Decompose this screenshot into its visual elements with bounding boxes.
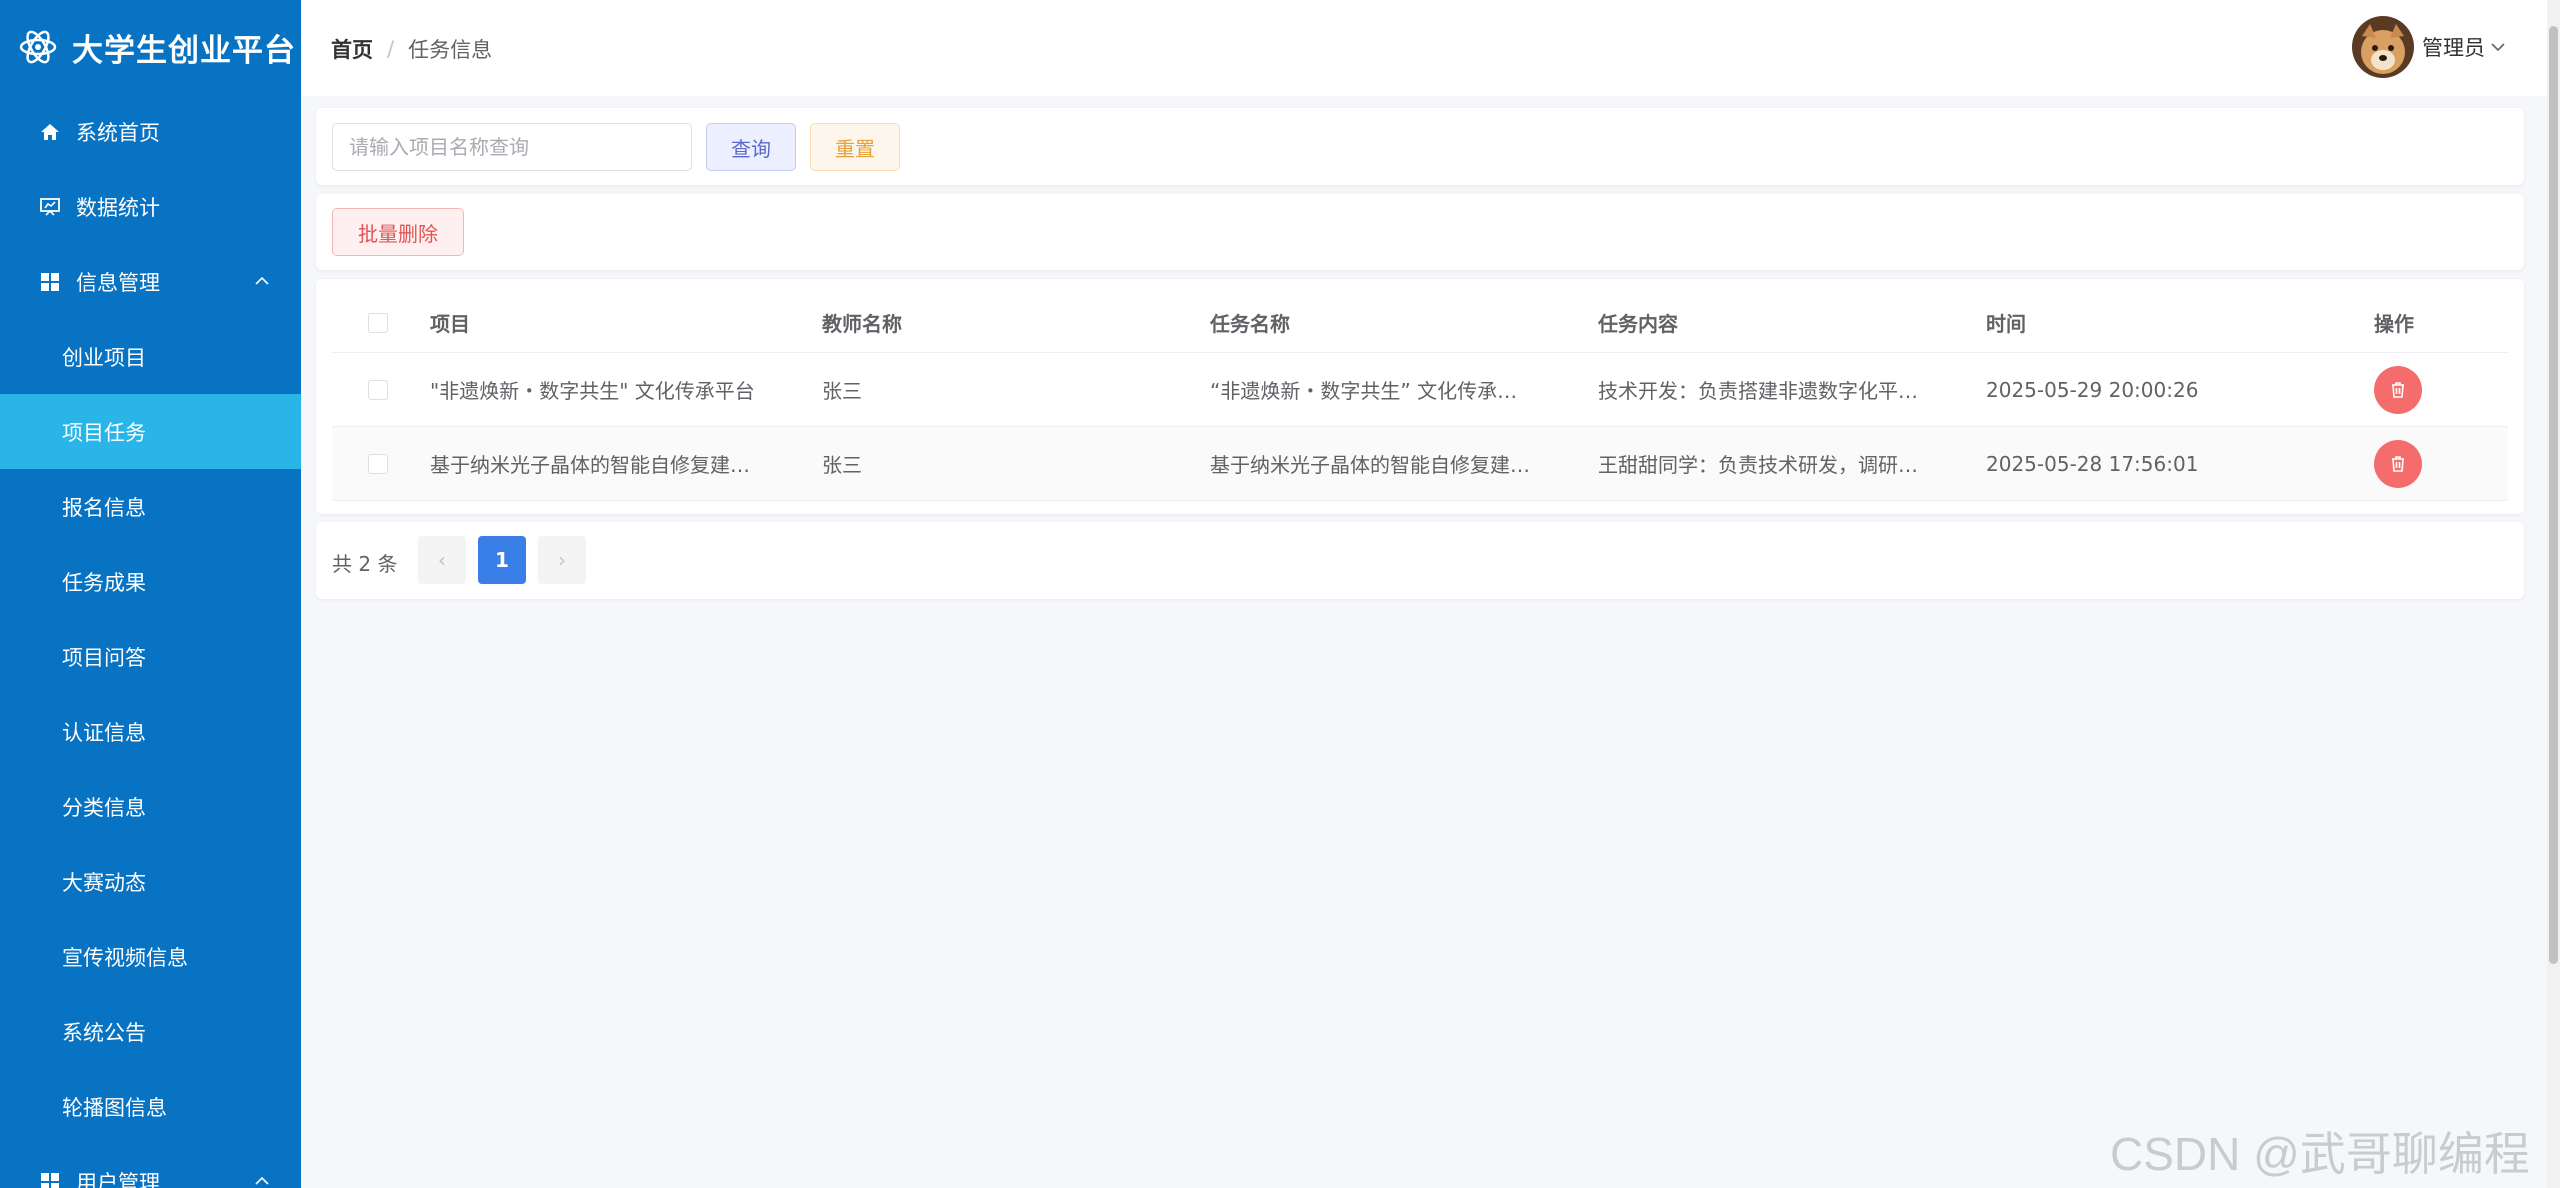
brand[interactable]: 大学生创业平台 [0, 0, 301, 94]
top-header: 首页 / 任务信息 管理员 [301, 0, 2547, 96]
row-checkbox-cell [332, 379, 430, 400]
row-checkbox-cell [332, 453, 430, 474]
chevron-down-icon [2491, 43, 2505, 52]
breadcrumb: 首页 / 任务信息 [331, 34, 492, 64]
table-card: 项目 教师名称 任务名称 任务内容 时间 操作 "非遗焕新・数字共生" 文化传承… [316, 279, 2524, 514]
column-header-time: 时间 [1986, 312, 2026, 336]
trash-icon [2392, 381, 2404, 398]
sidebar-subitem-competition-news[interactable]: 大赛动态 [0, 844, 301, 919]
sidebar-subitem-promo-videos[interactable]: 宣传视频信息 [0, 919, 301, 994]
breadcrumb-current: 任务信息 [408, 38, 493, 62]
grid-icon [38, 1170, 62, 1188]
next-page-button[interactable]: › [538, 536, 586, 584]
cell-actions [2374, 365, 2508, 414]
header-checkbox-cell [332, 312, 430, 333]
sidebar-subitem-project-tasks[interactable]: 项目任务 [0, 394, 301, 469]
cell-time: 2025-05-29 20:00:26 [1986, 377, 2199, 402]
column-header-teacher: 教师名称 [822, 312, 902, 336]
sidebar-subitem-label: 分类信息 [62, 795, 146, 820]
sidebar-item-label: 数据统计 [76, 195, 160, 220]
query-button[interactable]: 查询 [706, 123, 796, 171]
sidebar-subitem-label: 项目任务 [62, 420, 146, 445]
sidebar-subitem-label: 任务成果 [62, 570, 146, 595]
atom-icon [19, 30, 57, 64]
sidebar-item-label: 用户管理 [76, 1170, 160, 1188]
table-row: 基于纳米光子晶体的智能自修复建… 张三 基于纳米光子晶体的智能自修复建… 王甜甜… [332, 427, 2508, 501]
prev-page-button[interactable]: ‹ [418, 536, 466, 584]
batch-delete-button[interactable]: 批量删除 [332, 208, 464, 256]
sidebar-subitem-label: 大赛动态 [62, 870, 146, 895]
sidebar-item-label: 系统首页 [76, 120, 160, 145]
cell-task-content: 王甜甜同学：负责技术研发，调研… [1598, 453, 1918, 477]
reset-button[interactable]: 重置 [810, 123, 900, 171]
chevron-up-icon [255, 276, 269, 285]
user-name: 管理员 [2422, 36, 2485, 60]
home-icon [38, 120, 62, 144]
sidebar-item-user-management[interactable]: 用户管理 [0, 1144, 301, 1188]
cell-task-name: “非遗焕新・数字共生” 文化传承… [1210, 379, 1518, 403]
grid-icon [38, 270, 62, 294]
breadcrumb-separator: / [387, 37, 395, 61]
sidebar: 大学生创业平台 系统首页 数据统计 信息管理 创业项目 项目任务 报名信息 任务… [0, 0, 301, 1188]
cell-project: "非遗焕新・数字共生" 文化传承平台 [430, 379, 755, 403]
sidebar-subitem-label: 项目问答 [62, 645, 146, 670]
scrollbar-thumb[interactable] [2549, 26, 2558, 964]
avatar[interactable] [2352, 16, 2414, 78]
table-row: "非遗焕新・数字共生" 文化传承平台 张三 “非遗焕新・数字共生” 文化传承… … [332, 353, 2508, 427]
column-header-actions: 操作 [2374, 312, 2414, 336]
cell-teacher: 张三 [822, 453, 862, 477]
sidebar-subitem-label: 系统公告 [62, 1020, 146, 1045]
page-number-button[interactable]: 1 [478, 536, 526, 584]
row-checkbox[interactable] [368, 379, 388, 400]
sidebar-subitem-categories[interactable]: 分类信息 [0, 769, 301, 844]
sidebar-subitem-task-results[interactable]: 任务成果 [0, 544, 301, 619]
cell-task-content: 技术开发：负责搭建非遗数字化平… [1598, 379, 1918, 403]
sidebar-subitem-label: 报名信息 [62, 495, 146, 520]
chevron-up-icon [255, 1176, 269, 1185]
sidebar-item-info-management[interactable]: 信息管理 [0, 244, 301, 319]
sidebar-subitem-label: 认证信息 [62, 720, 146, 745]
sidebar-subitem-announcements[interactable]: 系统公告 [0, 994, 301, 1069]
cell-teacher: 张三 [822, 379, 862, 403]
select-all-checkbox[interactable] [368, 312, 388, 333]
sidebar-subitem-carousel[interactable]: 轮播图信息 [0, 1069, 301, 1144]
delete-button[interactable] [2374, 439, 2422, 488]
cell-actions [2374, 439, 2508, 488]
sidebar-subitem-label: 轮播图信息 [62, 1095, 167, 1120]
breadcrumb-home[interactable]: 首页 [331, 34, 373, 64]
sidebar-subitem-project-qa[interactable]: 项目问答 [0, 619, 301, 694]
sidebar-item-label: 信息管理 [76, 270, 160, 295]
table-header-row: 项目 教师名称 任务名称 任务内容 时间 操作 [332, 293, 2508, 353]
cell-task-name: 基于纳米光子晶体的智能自修复建… [1210, 453, 1530, 477]
sidebar-item-home[interactable]: 系统首页 [0, 94, 301, 169]
cell-project: 基于纳米光子晶体的智能自修复建… [430, 453, 750, 477]
brand-title: 大学生创业平台 [72, 32, 296, 69]
pagination-card: 共 2 条 ‹ 1 › [316, 522, 2524, 599]
sidebar-subitem-label: 创业项目 [62, 345, 146, 370]
column-header-project: 项目 [430, 312, 470, 336]
watermark: CSDN @武哥聊编程 [2110, 1128, 2530, 1180]
sidebar-subitem-certification[interactable]: 认证信息 [0, 694, 301, 769]
sidebar-subitem-label: 宣传视频信息 [62, 945, 188, 970]
pagination-total: 共 2 条 [332, 552, 398, 576]
search-card: 查询 重置 [316, 108, 2524, 185]
sidebar-subitem-signup-info[interactable]: 报名信息 [0, 469, 301, 544]
column-header-task-content: 任务内容 [1598, 312, 1678, 336]
trash-icon [2392, 455, 2404, 472]
delete-button[interactable] [2374, 365, 2422, 414]
task-table: 项目 教师名称 任务名称 任务内容 时间 操作 "非遗焕新・数字共生" 文化传承… [332, 293, 2508, 501]
user-menu[interactable]: 管理员 [2352, 16, 2507, 78]
search-input[interactable] [332, 123, 692, 171]
cell-time: 2025-05-28 17:56:01 [1986, 451, 2199, 476]
row-checkbox[interactable] [368, 453, 388, 474]
chart-icon [38, 195, 62, 219]
sidebar-item-stats[interactable]: 数据统计 [0, 169, 301, 244]
sidebar-subitem-startup-projects[interactable]: 创业项目 [0, 319, 301, 394]
column-header-task-name: 任务名称 [1210, 312, 1290, 336]
operations-card: 批量删除 [316, 194, 2524, 270]
